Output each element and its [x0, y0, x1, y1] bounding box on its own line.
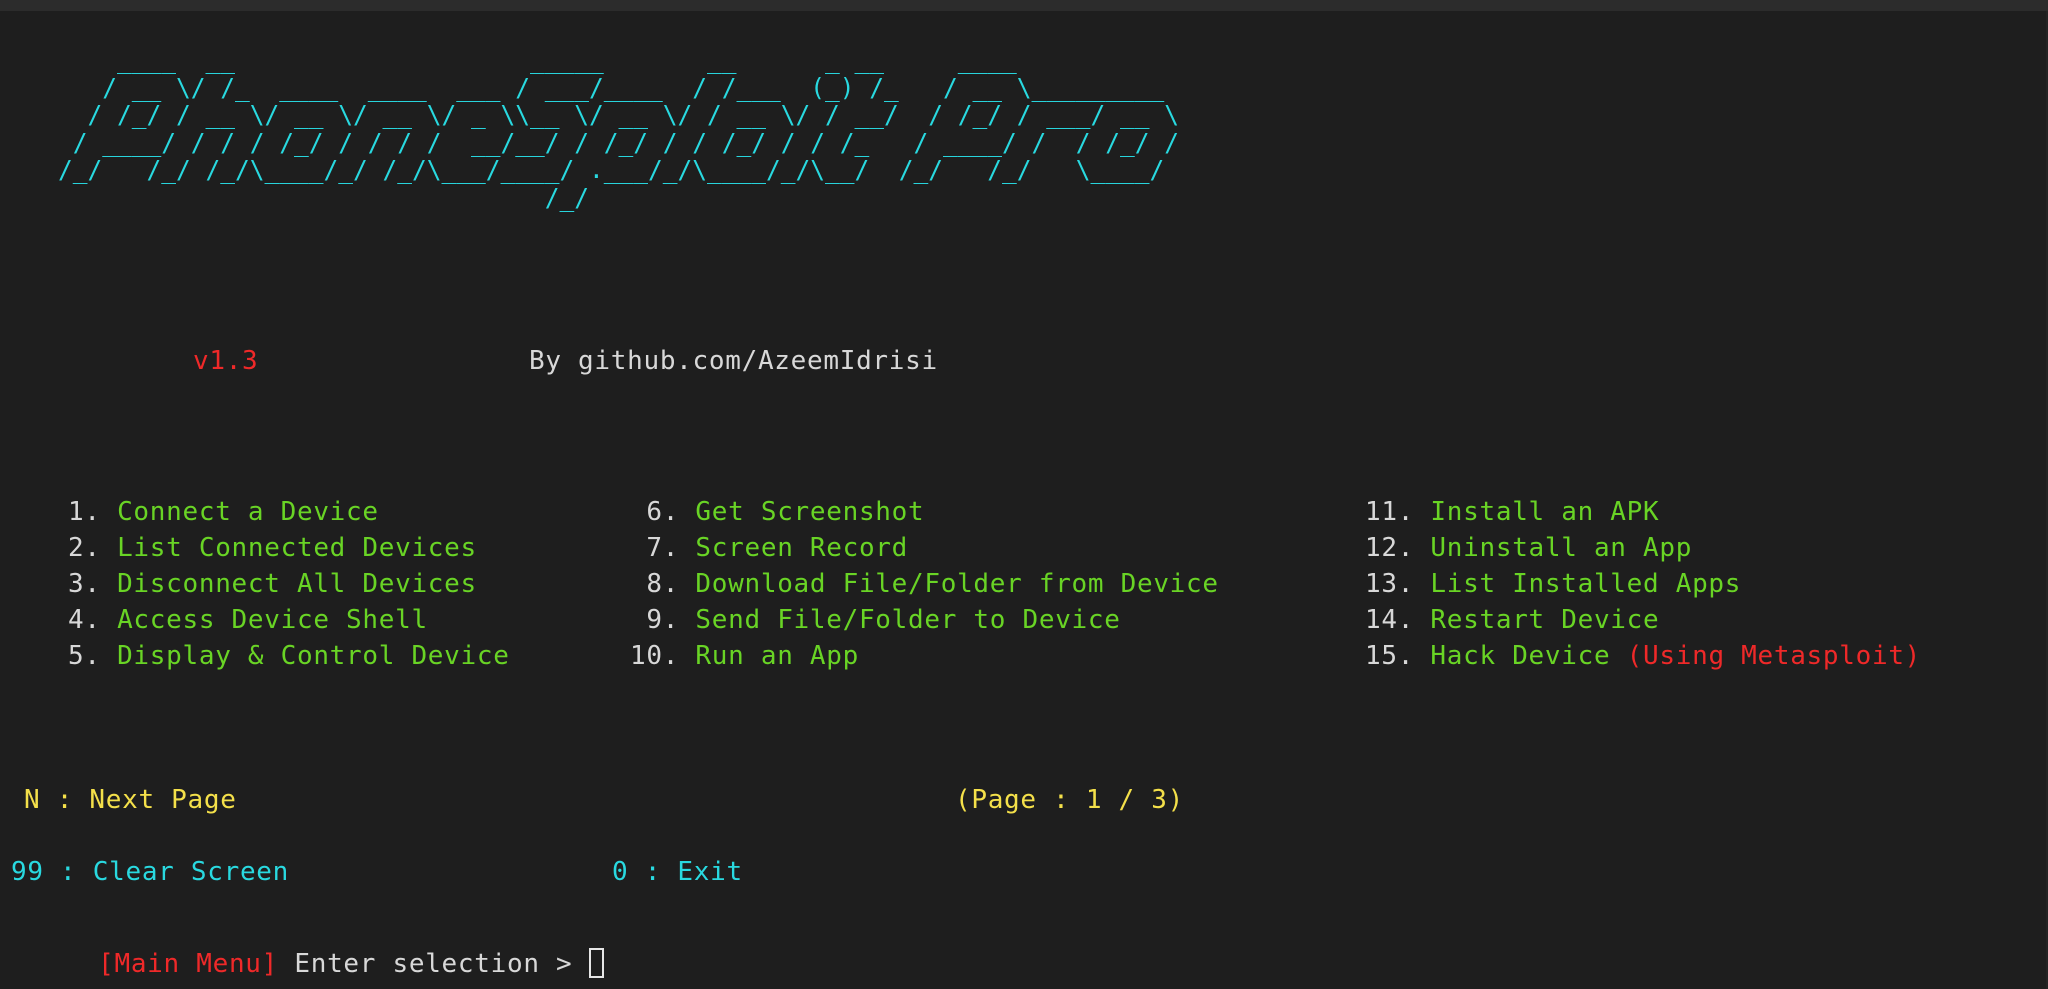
menu-item-gap	[679, 641, 695, 671]
menu-item-gap	[679, 533, 695, 563]
menu-item-number: 12.	[1365, 533, 1415, 563]
menu-item[interactable]: 4. Access Device Shell	[68, 602, 510, 638]
menu-item-suffix: (Using Metasploit)	[1626, 641, 1922, 671]
menu-item-number: 14.	[1365, 605, 1415, 635]
window-titlebar	[0, 0, 2048, 11]
menu-item-label: Restart Device	[1430, 605, 1660, 635]
menu-item[interactable]: 13. List Installed Apps	[1365, 566, 1921, 602]
menu-column-3: 11. Install an APK 12. Uninstall an App 13…	[1365, 494, 1921, 674]
menu-item[interactable]: 8. Download File/Folder from Device	[630, 566, 1219, 602]
menu-item-gap	[1414, 605, 1430, 635]
next-page-option[interactable]: N : Next Page	[24, 782, 237, 818]
menu-column-1: 1. Connect a Device 2. List Connected Dev…	[68, 494, 510, 674]
menu-item-label: List Installed Apps	[1430, 569, 1742, 599]
menu-item-gap	[101, 497, 117, 527]
menu-item-gap	[101, 605, 117, 635]
menu-item-label: Access Device Shell	[117, 605, 428, 635]
menu-item-number: 7.	[630, 533, 680, 563]
menu-item-label: Connect a Device	[117, 497, 379, 527]
menu-item-label: Uninstall an App	[1430, 533, 1693, 563]
menu-item-number: 15.	[1365, 641, 1415, 671]
menu-item-gap	[1414, 497, 1430, 527]
menu-item-number: 1.	[68, 497, 101, 527]
menu-item-label: Install an APK	[1430, 497, 1660, 527]
page-indicator: (Page : 1 / 3)	[955, 785, 1184, 815]
menu-item-number: 9.	[630, 605, 680, 635]
menu-item-gap	[679, 497, 695, 527]
terminal-content[interactable]: ____ __ _____ __ _ __ ____ / __ \/ /_ __…	[0, 11, 2048, 989]
menu-item-gap	[101, 641, 117, 671]
menu-item-label: Screen Record	[695, 533, 909, 563]
menu-item-label: Get Screenshot	[695, 497, 925, 527]
menu-item[interactable]: 1. Connect a Device	[68, 494, 510, 530]
menu-item[interactable]: 6. Get Screenshot	[630, 494, 1219, 530]
menu-item[interactable]: 14. Restart Device	[1365, 602, 1921, 638]
menu-item-gap	[1414, 533, 1430, 563]
prompt-text-label: Enter selection >	[278, 949, 589, 979]
menu-item-number: 6.	[630, 497, 680, 527]
menu-item-gap	[679, 569, 695, 599]
input-prompt-line[interactable]: [Main Menu] Enter selection >	[0, 910, 604, 989]
menu-item-gap	[1414, 641, 1430, 671]
menu-item-number: 5.	[68, 641, 101, 671]
menu-item[interactable]: 2. List Connected Devices	[68, 530, 510, 566]
terminal-window: ____ __ _____ __ _ __ ____ / __ \/ /_ __…	[0, 0, 2048, 989]
menu-item[interactable]: 3. Disconnect All Devices	[68, 566, 510, 602]
menu-item-label: Send File/Folder to Device	[695, 605, 1121, 635]
menu-item[interactable]: 9. Send File/Folder to Device	[630, 602, 1219, 638]
version-label: v1.3	[193, 346, 259, 376]
menu-item-label: Disconnect All Devices	[117, 569, 477, 599]
menu-item[interactable]: 15. Hack Device (Using Metasploit)	[1365, 638, 1921, 674]
text-cursor	[588, 948, 604, 978]
menu-item[interactable]: 10. Run an App	[630, 638, 1219, 674]
menu-item[interactable]: 11. Install an APK	[1365, 494, 1921, 530]
menu-item-number: 3.	[68, 569, 101, 599]
menu-item-gap	[101, 533, 117, 563]
menu-item-number: 11.	[1365, 497, 1415, 527]
menu-item-number: 13.	[1365, 569, 1415, 599]
menu-item[interactable]: 5. Display & Control Device	[68, 638, 510, 674]
menu-item[interactable]: 7. Screen Record	[630, 530, 1219, 566]
menu-item-gap	[1414, 569, 1430, 599]
phonesploit-ascii-banner: ____ __ _____ __ _ __ ____ / __ \/ /_ __…	[58, 45, 1180, 212]
exit-option[interactable]: 0 : Exit	[612, 854, 743, 890]
menu-item-label: Display & Control Device	[117, 641, 510, 671]
author-label: By github.com/AzeemIdrisi	[529, 346, 938, 376]
menu-column-2: 6. Get Screenshot 7. Screen Record 8. Do…	[630, 494, 1219, 674]
menu-item-gap	[101, 569, 117, 599]
menu-item-number: 10.	[630, 641, 680, 671]
menu-item-gap	[679, 605, 695, 635]
menu-item-number: 4.	[68, 605, 101, 635]
menu-item-label: Run an App	[695, 641, 859, 671]
menu-item[interactable]: 12. Uninstall an App	[1365, 530, 1921, 566]
menu-item-label: Download File/Folder from Device	[695, 569, 1219, 599]
menu-item-number: 8.	[630, 569, 680, 599]
clear-screen-option[interactable]: 99 : Clear Screen	[11, 854, 289, 890]
menu-item-number: 2.	[68, 533, 101, 563]
menu-item-label: Hack Device	[1430, 641, 1627, 671]
menu-item-label: List Connected Devices	[117, 533, 477, 563]
prompt-context-label: [Main Menu]	[98, 949, 279, 979]
